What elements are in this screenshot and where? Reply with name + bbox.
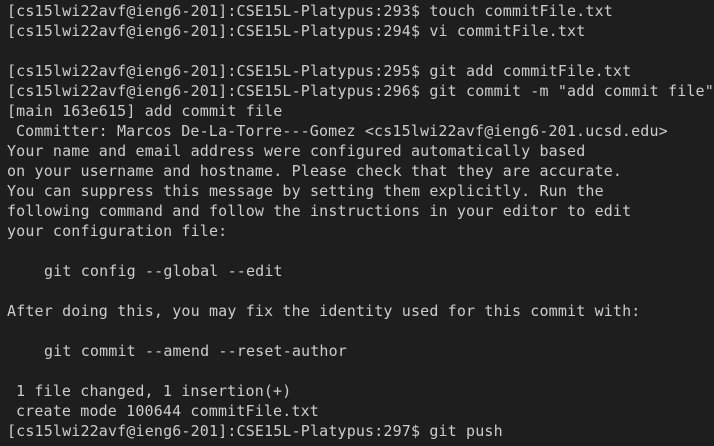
terminal-line-create-mode: create mode 100644 commitFile.txt xyxy=(16,402,319,420)
terminal-line-amend-command: git commit --amend --reset-author xyxy=(44,342,347,360)
terminal-line-prompt-293: [cs15lwi22avf@ieng6-201]:CSE15L-Platypus… xyxy=(7,2,613,20)
terminal-line-config-command: git config --global --edit xyxy=(44,262,283,280)
terminal-window[interactable]: [cs15lwi22avf@ieng6-201]:CSE15L-Platypus… xyxy=(0,0,714,446)
terminal-line-output: You can suppress this message by setting… xyxy=(7,182,604,200)
terminal-line-files-changed: 1 file changed, 1 insertion(+) xyxy=(16,382,292,400)
terminal-line-commit-summary: [main 163e615] add commit file xyxy=(7,102,283,120)
terminal-line-output: Your name and email address were configu… xyxy=(7,142,586,160)
terminal-line-output: your configuration file: xyxy=(7,222,228,240)
terminal-line-committer: Committer: Marcos De-La-Torre---Gomez <c… xyxy=(16,122,668,140)
terminal-line-output: on your username and hostname. Please ch… xyxy=(7,162,623,180)
terminal-line-output: After doing this, you may fix the identi… xyxy=(7,302,641,320)
terminal-line-prompt-296: [cs15lwi22avf@ieng6-201]:CSE15L-Platypus… xyxy=(7,82,714,100)
terminal-line-output: following command and follow the instruc… xyxy=(7,202,632,220)
terminal-line-prompt-294: [cs15lwi22avf@ieng6-201]:CSE15L-Platypus… xyxy=(7,22,586,40)
terminal-line-prompt-297[interactable]: [cs15lwi22avf@ieng6-201]:CSE15L-Platypus… xyxy=(7,421,714,441)
terminal-line-prompt-295: [cs15lwi22avf@ieng6-201]:CSE15L-Platypus… xyxy=(7,62,632,80)
